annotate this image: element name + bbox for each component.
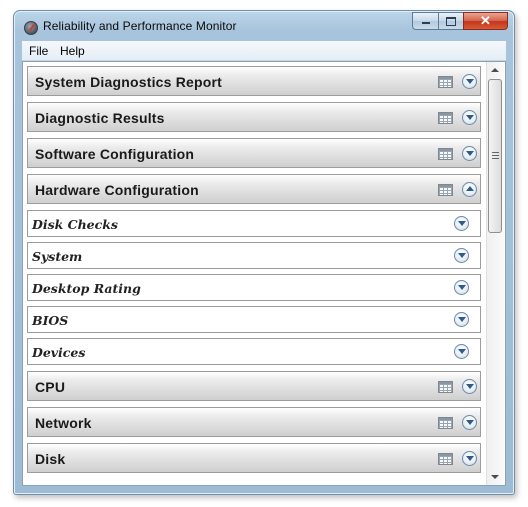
maximize-button[interactable] [438, 12, 464, 30]
vertical-scrollbar[interactable] [486, 62, 504, 485]
row-label: CPU [35, 379, 66, 395]
row-label: System Diagnostics Report [35, 74, 223, 90]
row-label: BIOS [32, 313, 69, 328]
row-label: Diagnostic Results [35, 110, 165, 126]
row-label: Disk Checks [32, 217, 118, 232]
minimize-button[interactable] [412, 12, 439, 30]
expand-chevron-icon[interactable] [454, 216, 469, 231]
section-header-network[interactable]: Network [27, 407, 481, 437]
window-title: Reliability and Performance Monitor [43, 19, 237, 33]
expand-chevron-icon[interactable] [462, 146, 477, 161]
table-view-icon[interactable] [438, 76, 453, 88]
collapse-chevron-icon[interactable] [462, 182, 477, 197]
row-label: Network [35, 415, 92, 431]
subsection-header-devices[interactable]: Devices [27, 338, 481, 365]
section-header-cpu[interactable]: CPU [27, 371, 481, 401]
minimize-icon [421, 22, 430, 24]
table-view-icon[interactable] [438, 417, 453, 429]
row-label: Devices [32, 345, 86, 360]
section-header-disk[interactable]: Disk [27, 443, 481, 473]
expand-chevron-icon[interactable] [454, 280, 469, 295]
menu-file[interactable]: File [29, 44, 48, 58]
subsection-header-disk-checks[interactable]: Disk Checks [27, 210, 481, 237]
table-view-icon[interactable] [438, 112, 453, 124]
expand-chevron-icon[interactable] [454, 312, 469, 327]
expand-chevron-icon[interactable] [462, 451, 477, 466]
table-view-icon[interactable] [438, 184, 453, 196]
row-label: Desktop Rating [32, 281, 141, 296]
row-label: Hardware Configuration [35, 182, 199, 198]
row-label: Disk [35, 451, 66, 467]
expand-chevron-icon[interactable] [462, 110, 477, 125]
expand-chevron-icon[interactable] [462, 74, 477, 89]
expand-chevron-icon[interactable] [454, 248, 469, 263]
menu-bar: File Help [22, 41, 506, 61]
section-header-hardware-configuration[interactable]: Hardware Configuration [27, 174, 481, 204]
scroll-up-icon[interactable] [491, 68, 499, 72]
table-view-icon[interactable] [438, 381, 453, 393]
app-icon [24, 21, 38, 35]
section-header-system-diagnostics-report[interactable]: System Diagnostics Report [27, 66, 481, 96]
subsection-header-bios[interactable]: BIOS [27, 306, 481, 333]
expand-chevron-icon[interactable] [462, 415, 477, 430]
row-label: System [32, 249, 83, 264]
close-button[interactable]: ✕ [463, 12, 508, 30]
maximize-icon [446, 17, 456, 26]
subsection-header-system[interactable]: System [27, 242, 481, 269]
table-view-icon[interactable] [438, 453, 453, 465]
table-view-icon[interactable] [438, 148, 453, 160]
close-icon: ✕ [480, 13, 491, 28]
report-panel: System Diagnostics Report Diagnostic Resu… [22, 61, 506, 486]
expand-chevron-icon[interactable] [462, 379, 477, 394]
scroll-down-icon[interactable] [491, 475, 499, 479]
title-bar[interactable]: Reliability and Performance Monitor ✕ [14, 11, 514, 43]
subsection-header-desktop-rating[interactable]: Desktop Rating [27, 274, 481, 301]
section-header-software-configuration[interactable]: Software Configuration [27, 138, 481, 168]
scroll-thumb[interactable] [488, 79, 502, 233]
section-header-diagnostic-results[interactable]: Diagnostic Results [27, 102, 481, 132]
expand-chevron-icon[interactable] [454, 344, 469, 359]
main-window: Reliability and Performance Monitor ✕ Fi… [13, 10, 515, 495]
grip-icon [492, 152, 499, 159]
row-label: Software Configuration [35, 146, 195, 162]
menu-help[interactable]: Help [60, 44, 85, 58]
